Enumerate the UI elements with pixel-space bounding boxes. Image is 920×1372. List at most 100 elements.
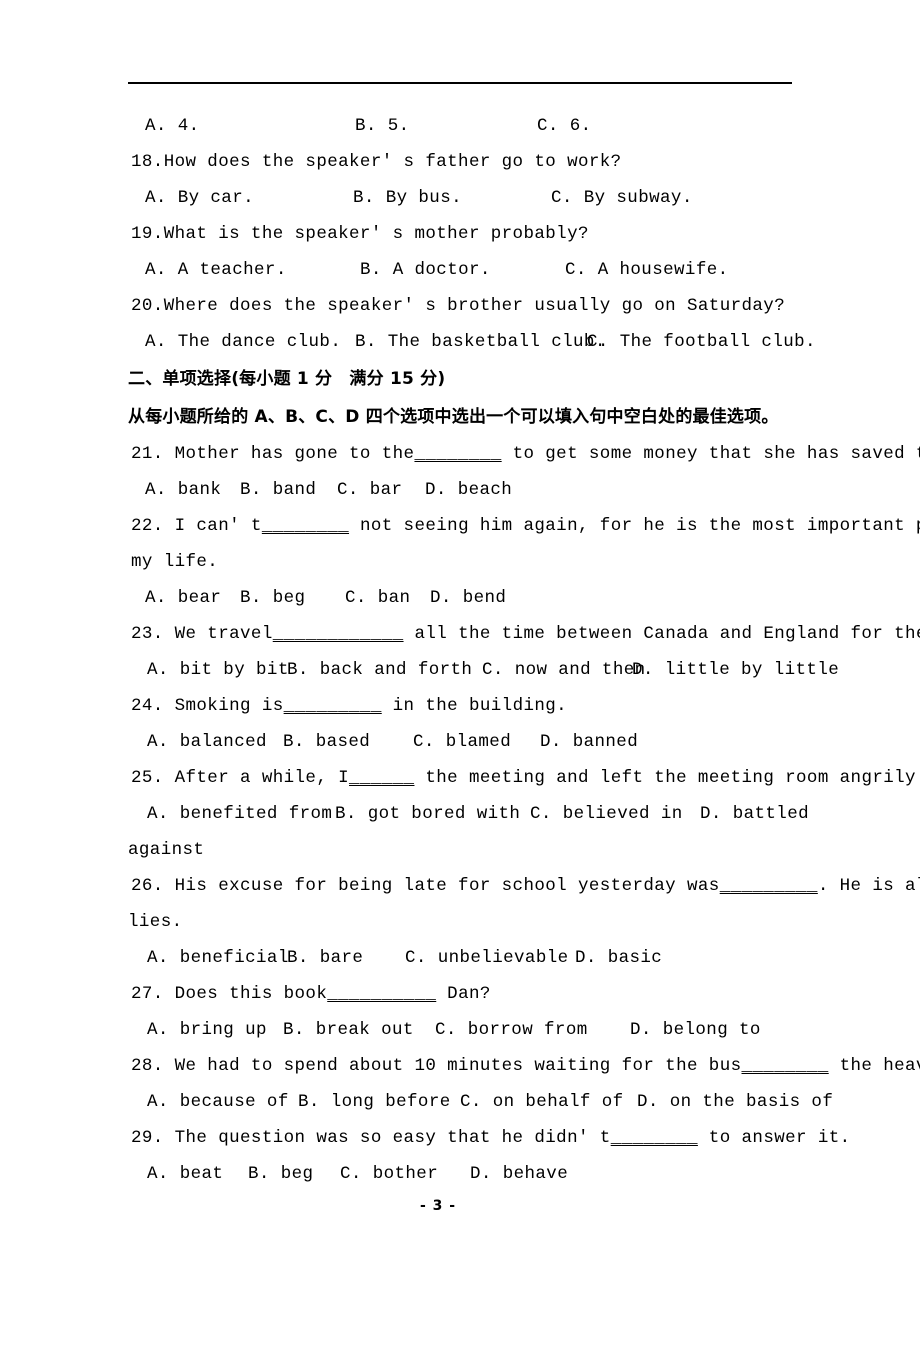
option-item: A. because of [147,1092,289,1112]
option-item: B. By bus. [353,188,463,208]
stem-text: all the time between Canada and England … [414,624,920,644]
option-item: C. borrow from [435,1020,588,1040]
stem-text: 25. After a while, I [131,768,350,788]
option-item: A. 4. [145,116,200,136]
question-stem: 27. Does this book__________ Dan? [0,976,920,1012]
question-stem: 23. We travel____________ all the time b… [0,616,920,652]
option-item: D. behave [470,1164,569,1184]
option-row: A. bring up B. break out C. borrow from … [0,1012,920,1048]
option-item: A. benefited from [147,804,333,824]
option-item: C. By subway. [551,188,693,208]
section-instruction: 从每小题所给的 A、B、C、D 四个选项中选出一个可以填入句中空白处的最佳选项。 [128,407,779,427]
option-item: C. blamed [413,732,512,752]
option-item: A. bring up [147,1020,267,1040]
answer-blank: ________ [261,516,350,536]
stem-text: the meeting and left the meeting room an… [414,768,920,788]
stem-text: 29. The question was so easy that he did… [131,1128,611,1148]
option-item: B. The basketball club. [355,332,606,352]
option-item: A. beneficial [147,948,289,968]
option-item: B. beg [240,588,306,608]
option-item: A. bear [145,588,222,608]
option-row-continuation: against [128,840,205,860]
option-item: C. ban [345,588,411,608]
option-item: D. little by little [632,660,840,680]
question-stem: 18.How does the speaker' s father go to … [131,152,622,172]
option-item: C. now and then [482,660,646,680]
stem-text: 22. I can' t [131,516,262,536]
exam-page: A. 4. B. 5. C. 6. 18.How does the speake… [0,0,920,1302]
option-item: B. long before [298,1092,451,1112]
exam-content: A. 4. B. 5. C. 6. 18.How does the speake… [0,108,920,1192]
option-item: D. belong to [630,1020,761,1040]
question-stem: 25. After a while, I______ the meeting a… [0,760,920,796]
option-item: C. bother [340,1164,439,1184]
option-item: C. believed in [530,804,683,824]
question-stem: 21. Mother has gone to the________ to ge… [0,436,920,472]
option-row: A. 4. B. 5. C. 6. [0,108,920,144]
stem-text: 26. His excuse for being late for school… [131,876,720,896]
stem-text: the heavy snow. [839,1056,920,1076]
answer-blank: ________ [414,444,502,464]
question-stem: 24. Smoking is_________ in the building. [0,688,920,724]
option-item: B. bare [287,948,364,968]
option-row: A. bear B. beg C. ban D. bend [0,580,920,616]
option-item: C. The football club. [587,332,816,352]
stem-text: in the building. [381,696,568,716]
stem-text: 21. Mother has gone to the [131,444,415,464]
option-item: D. banned [540,732,639,752]
option-row: A. A teacher. B. A doctor. C. A housewif… [0,252,920,288]
option-item: C. 6. [537,116,592,136]
option-row: A. benefited from B. got bored with C. b… [0,796,920,832]
answer-blank: ______ [349,768,415,788]
question-stem: 20.Where does the speaker' s brother usu… [131,296,786,316]
option-item: B. band [240,480,317,500]
answer-blank: __________ [327,984,437,1004]
stem-text: 27. Does this book [131,984,328,1004]
question-stem: 26. His excuse for being late for school… [0,868,920,904]
stem-text: Dan? [436,984,491,1004]
stem-text: 24. Smoking is [131,696,284,716]
option-item: C. on behalf of [460,1092,624,1112]
answer-blank: ________ [610,1128,698,1148]
answer-blank: ____________ [272,624,404,644]
page-number: - 3 - [419,1198,457,1214]
option-item: C. A housewife. [565,260,729,280]
option-item: D. basic [575,948,663,968]
header-divider-rule [128,82,792,84]
option-row: A. By car. B. By bus. C. By subway. [0,180,920,216]
stem-text: not seeing him again, for he is the most… [359,516,920,536]
option-item: B. beg [248,1164,314,1184]
stem-text: 28. We had to spend about 10 minutes wai… [131,1056,742,1076]
stem-text: to get some money that she has saved the… [512,444,920,464]
option-row: A. bit by bit B. back and forth C. now a… [0,652,920,688]
option-item: A. The dance club. [145,332,342,352]
question-stem: 29. The question was so easy that he did… [0,1120,920,1156]
answer-blank: _________ [719,876,818,896]
option-item: B. A doctor. [360,260,491,280]
section-heading: 二、单项选择(每小题 1 分 满分 15 分) [128,369,446,389]
question-stem-continuation: my life. [131,552,219,572]
option-item: A. A teacher. [145,260,287,280]
question-stem: 22. I can' t________ not seeing him agai… [0,508,920,544]
stem-text: to answer it. [697,1128,851,1148]
stem-text: 23. We travel [131,624,273,644]
option-row: A. The dance club. B. The basketball clu… [0,324,920,360]
answer-blank: _________ [283,696,382,716]
option-item: D. on the basis of [637,1092,834,1112]
option-row: A. beneficial B. bare C. unbelievable D.… [0,940,920,976]
stem-text: . He is always telling [817,876,920,896]
option-item: B. 5. [355,116,410,136]
option-item: B. back and forth [287,660,473,680]
option-item: D. bend [430,588,507,608]
option-item: B. got bored with [335,804,521,824]
option-item: A. bank [145,480,222,500]
question-stem: 19.What is the speaker' s mother probabl… [131,224,589,244]
option-row: A. because of B. long before C. on behal… [0,1084,920,1120]
option-item: B. break out [283,1020,414,1040]
option-item: D. beach [425,480,513,500]
option-item: A. By car. [145,188,255,208]
option-item: D. battled [700,804,810,824]
option-item: C. bar [337,480,403,500]
option-item: A. bit by bit [147,660,289,680]
option-item: A. beat [147,1164,224,1184]
